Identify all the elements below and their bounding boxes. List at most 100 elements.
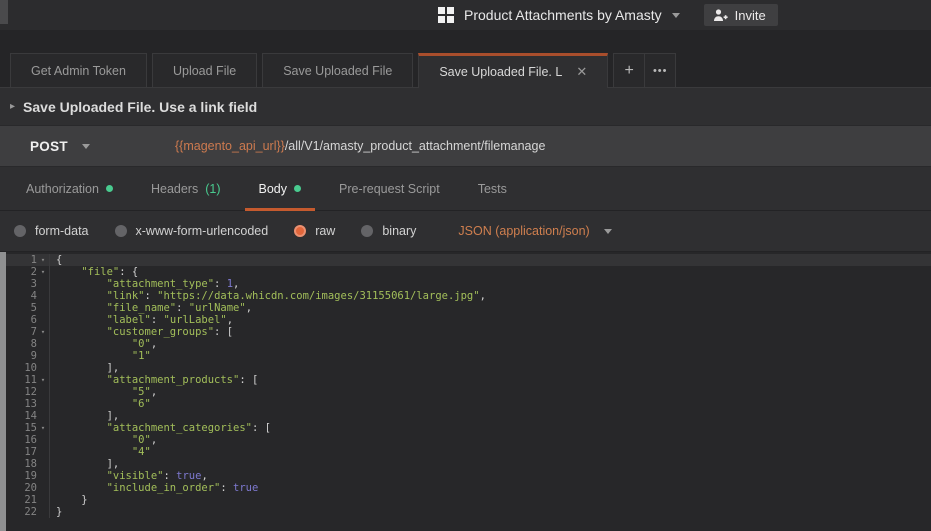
fold-caret-icon[interactable]: ▾ [37,254,49,266]
mode-form-data[interactable]: form-data [14,224,89,238]
fold-caret-icon [37,302,49,314]
line-number: 11▾ [0,374,50,386]
code-text: } [50,494,88,506]
code-line[interactable]: 5 "file_name": "urlName", [0,302,931,314]
tab-pre-request-script[interactable]: Pre-request Script [325,167,454,211]
fold-caret-icon[interactable]: ▾ [37,326,49,338]
request-name[interactable]: Save Uploaded File. Use a link field [23,99,257,115]
invite-button[interactable]: Invite [704,4,778,26]
fold-caret-icon [37,446,49,458]
code-line[interactable]: 21 } [0,494,931,506]
raw-body-editor[interactable]: 1▾{2▾ "file": {3 "attachment_type": 1,4 … [0,252,931,531]
workspace-grid-icon[interactable] [438,7,454,23]
tab-authorization[interactable]: Authorization [12,167,127,211]
line-number: 4 [0,290,50,302]
content-type-caret-icon [604,229,612,234]
mode-x-www-form-urlencoded[interactable]: x-www-form-urlencoded [115,224,269,238]
tab-label: Upload File [173,64,236,78]
url-path: /all/V1/amasty_product_attachment/filema… [285,139,546,153]
tab-headers[interactable]: Headers (1) [137,167,235,211]
code-line[interactable]: 17 "4" [0,446,931,458]
method-dropdown-caret-icon [82,144,90,149]
content-type-selector[interactable]: JSON (application/json) [458,224,611,238]
code-line[interactable]: 1▾{ [0,254,931,266]
code-text: "6" [50,398,151,410]
fold-caret-icon [37,506,49,518]
code-line[interactable]: 10 ], [0,362,931,374]
url-environment-variable: {{magento_api_url}} [175,139,285,153]
method-selector[interactable]: POST [0,139,145,154]
new-tab-button[interactable]: + [613,53,645,87]
person-plus-icon [713,9,728,22]
fold-caret-icon [37,314,49,326]
line-number: 13 [0,398,50,410]
tab-body[interactable]: Body [245,167,316,211]
fold-caret-icon[interactable]: ▾ [37,374,49,386]
code-line[interactable]: 6 "label": "urlLabel", [0,314,931,326]
tab-label: Body [259,182,288,196]
code-line[interactable]: 4 "link": "https://data.whicdn.com/image… [0,290,931,302]
code-text: "attachment_products": [ [50,374,258,386]
code-text: ], [50,362,119,374]
line-number: 2▾ [0,266,50,278]
radio-icon [361,225,373,237]
mode-raw[interactable]: raw [294,224,335,238]
request-tab-strip: Get Admin Token Upload File Save Uploade… [0,30,931,88]
workspace-title[interactable]: Product Attachments by Amasty [464,7,662,23]
tab-label: Headers [151,182,198,196]
fold-caret-icon [37,290,49,302]
radio-selected-icon [294,225,306,237]
line-number: 10 [0,362,50,374]
editor-left-scrollbar[interactable] [0,252,6,531]
code-lines: 1▾{2▾ "file": {3 "attachment_type": 1,4 … [0,254,931,518]
fold-caret-icon[interactable]: ▾ [37,422,49,434]
tab-save-uploaded-file[interactable]: Save Uploaded File [262,53,413,87]
plus-icon: + [625,62,634,80]
tab-label: Tests [478,182,507,196]
code-line[interactable]: 14 ], [0,410,931,422]
tab-upload-file[interactable]: Upload File [152,53,257,87]
tab-tests[interactable]: Tests [464,167,521,211]
more-tabs-button[interactable]: ••• [644,53,676,87]
url-input[interactable]: {{magento_api_url}}/all/V1/amasty_produc… [175,139,545,153]
code-line[interactable]: 15▾ "attachment_categories": [ [0,422,931,434]
workspace-dropdown-caret-icon[interactable] [672,13,680,18]
code-line[interactable]: 12 "5", [0,386,931,398]
code-line[interactable]: 13 "6" [0,398,931,410]
code-line[interactable]: 2▾ "file": { [0,266,931,278]
headers-count-badge: (1) [205,182,220,196]
close-tab-icon[interactable]: ✕ [576,64,587,80]
request-name-row: ▸ Save Uploaded File. Use a link field [0,88,931,126]
disclosure-triangle-icon[interactable]: ▸ [10,101,15,112]
code-line[interactable]: 18 ], [0,458,931,470]
code-text: "attachment_categories": [ [50,422,271,434]
line-number: 7▾ [0,326,50,338]
code-line[interactable]: 7▾ "customer_groups": [ [0,326,931,338]
fold-caret-icon [37,482,49,494]
code-text: "0", [50,338,157,350]
code-line[interactable]: 16 "0", [0,434,931,446]
code-line[interactable]: 8 "0", [0,338,931,350]
code-line[interactable]: 19 "visible": true, [0,470,931,482]
mode-binary[interactable]: binary [361,224,416,238]
code-line[interactable]: 9 "1" [0,350,931,362]
code-line[interactable]: 3 "attachment_type": 1, [0,278,931,290]
ellipsis-icon: ••• [653,65,668,77]
window-edge-scrollbar[interactable] [0,0,8,24]
code-line[interactable]: 20 "include_in_order": true [0,482,931,494]
code-text: "file_name": "urlName", [50,302,252,314]
tab-get-admin-token[interactable]: Get Admin Token [10,53,147,87]
line-number: 8 [0,338,50,350]
tab-label: Get Admin Token [31,64,126,78]
line-number: 21 [0,494,50,506]
line-number: 1▾ [0,254,50,266]
line-number: 15▾ [0,422,50,434]
code-text: "4" [50,446,151,458]
tab-save-uploaded-file-link-active[interactable]: Save Uploaded File. L ✕ [418,53,608,87]
code-line[interactable]: 11▾ "attachment_products": [ [0,374,931,386]
tab-label: Authorization [26,182,99,196]
fold-caret-icon[interactable]: ▾ [37,266,49,278]
code-line[interactable]: 22} [0,506,931,518]
code-text: "5", [50,386,157,398]
line-number: 5 [0,302,50,314]
